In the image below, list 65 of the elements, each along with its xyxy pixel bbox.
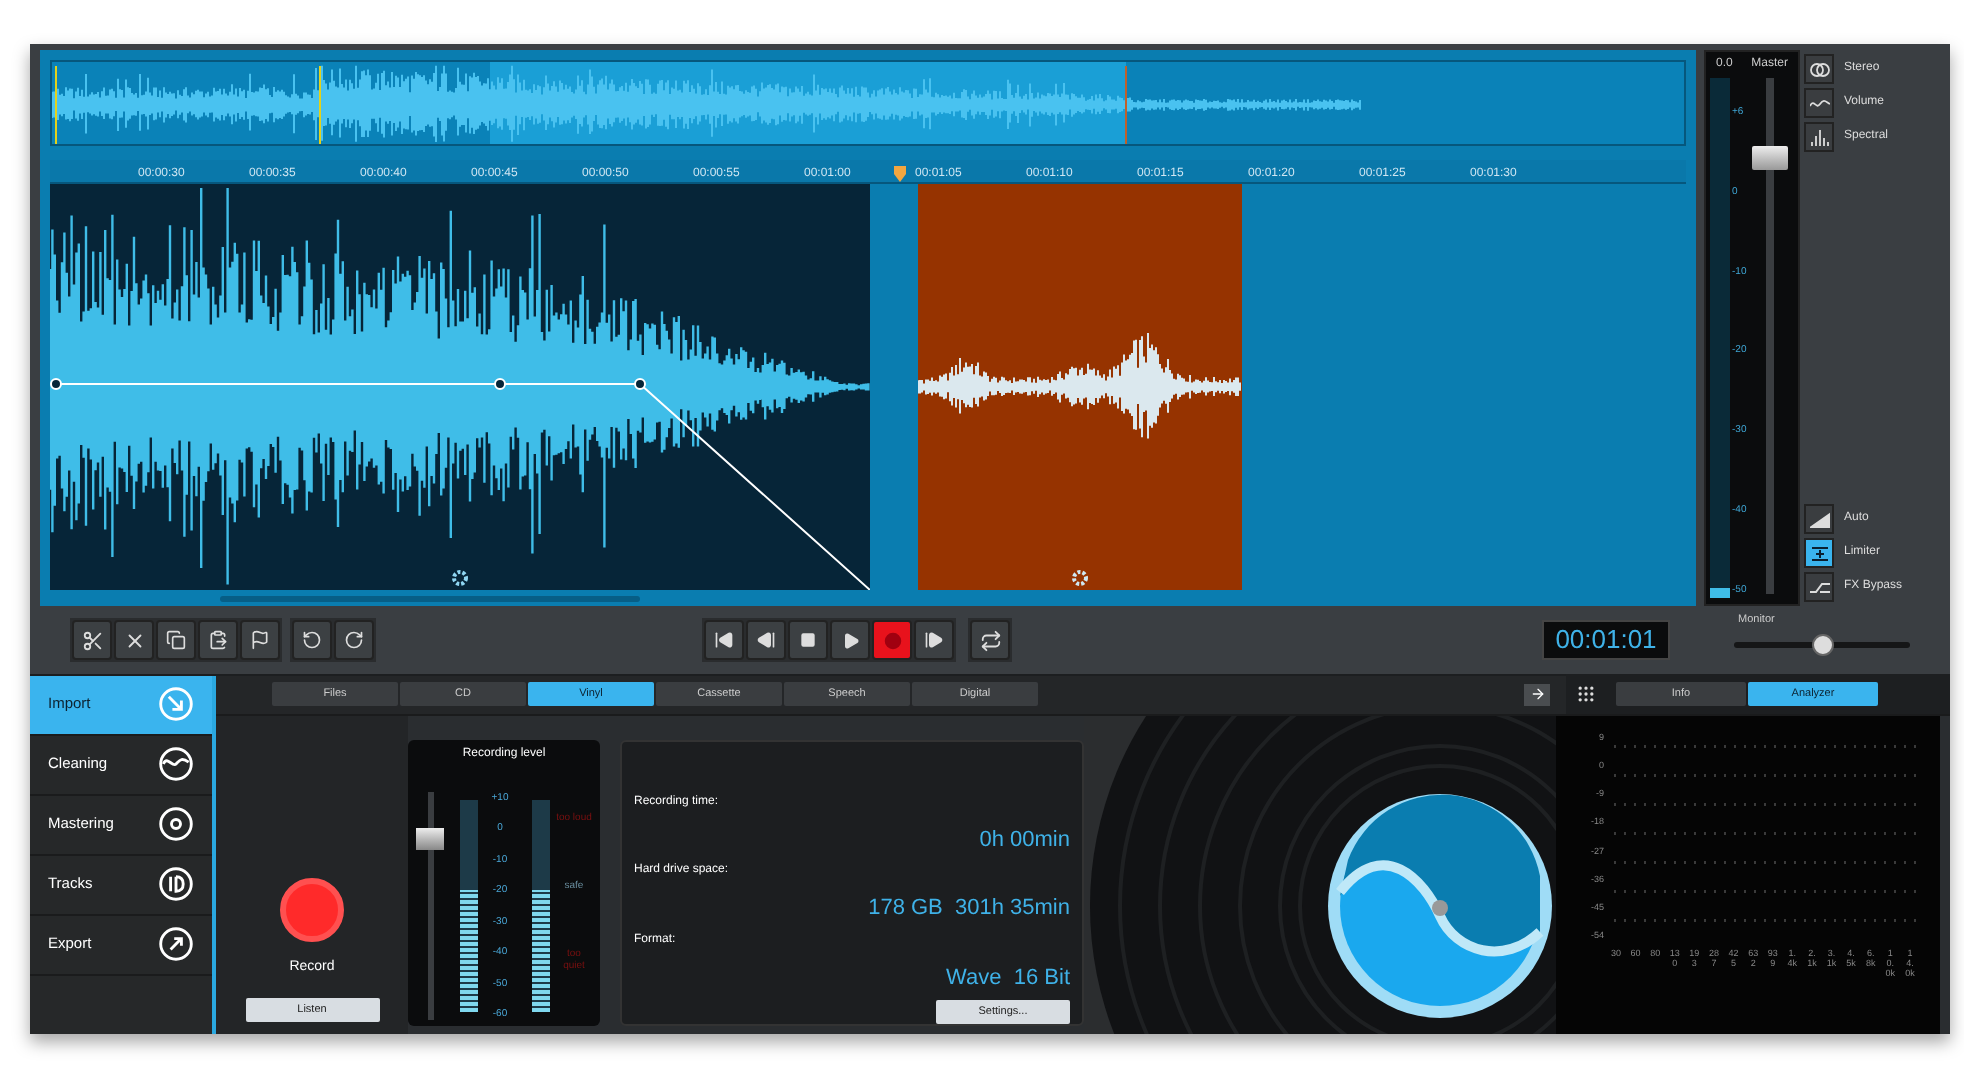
- copy-icon: [166, 630, 186, 651]
- master-fader-track[interactable]: [1752, 78, 1788, 594]
- previous-button[interactable]: [746, 620, 786, 661]
- grid-icon[interactable]: [1576, 684, 1596, 704]
- info-value: 0h 00min: [979, 825, 1070, 855]
- paste-button[interactable]: [198, 620, 238, 661]
- stop-icon: [800, 632, 816, 649]
- skip-back-button[interactable]: [704, 620, 744, 661]
- arrow-up-right-icon: [158, 926, 194, 962]
- gear-icon[interactable]: [1072, 570, 1088, 586]
- view-mode-button[interactable]: [1804, 122, 1834, 152]
- playhead-marker: [894, 166, 906, 182]
- wave-icon: [1809, 95, 1829, 111]
- volume-envelope-line[interactable]: [50, 378, 870, 590]
- step-forward-icon: [924, 630, 944, 651]
- fader-knob[interactable]: [1752, 146, 1788, 171]
- time-display: 00:01:01: [1542, 620, 1670, 661]
- fx-button[interactable]: [1804, 572, 1834, 602]
- copy-button[interactable]: [156, 620, 196, 661]
- gear-icon[interactable]: [452, 570, 468, 586]
- id-icon: [158, 866, 194, 902]
- scissors-icon: [81, 629, 103, 652]
- undo-button[interactable]: [292, 620, 332, 661]
- scissors-button[interactable]: [72, 620, 112, 661]
- record-icon: [883, 631, 901, 650]
- arrow-button[interactable]: [1524, 683, 1550, 705]
- circles-icon: [1809, 61, 1829, 77]
- view-mode-button[interactable]: [1804, 88, 1834, 118]
- loop-button[interactable]: [970, 620, 1010, 661]
- next-button[interactable]: [914, 620, 954, 661]
- ramp-icon: [1809, 511, 1829, 527]
- flag-icon: [250, 630, 270, 651]
- overview-waveform[interactable]: [50, 60, 1686, 146]
- stop-button[interactable]: [788, 620, 828, 661]
- marker-button[interactable]: [240, 620, 280, 661]
- record-button[interactable]: [872, 620, 912, 661]
- arrow-down-right-icon: [158, 686, 194, 722]
- wave-icon: [158, 746, 194, 782]
- disc-icon: [158, 806, 194, 842]
- info-value: 178 GB 301h 35min: [868, 894, 1070, 924]
- skip-back-icon: [714, 630, 734, 651]
- undo-icon: [302, 630, 322, 651]
- loop-icon: [979, 629, 1001, 652]
- redo-button[interactable]: [334, 620, 374, 661]
- fader-knob[interactable]: [416, 828, 444, 851]
- fx-button[interactable]: [1804, 538, 1834, 568]
- slider-thumb[interactable]: [1812, 633, 1834, 656]
- recording-fader-track[interactable]: [416, 791, 444, 1019]
- arrow-right-icon: [1529, 686, 1545, 702]
- bypass-icon: [1809, 579, 1829, 595]
- spectrum-icon: [1809, 129, 1829, 145]
- limiter-icon: [1809, 545, 1829, 561]
- info-value: Wave 16 Bit: [946, 963, 1070, 993]
- play-button[interactable]: [830, 620, 870, 661]
- fx-button[interactable]: [1804, 504, 1834, 534]
- play-icon: [841, 631, 859, 650]
- paste-icon: [208, 630, 228, 651]
- view-mode-button[interactable]: [1804, 54, 1834, 84]
- record-button[interactable]: [280, 877, 344, 941]
- redo-icon: [344, 630, 364, 651]
- delete-button[interactable]: [114, 620, 154, 661]
- close-icon: [123, 629, 145, 652]
- audio-clip-waveform[interactable]: [50, 184, 870, 590]
- audio-clip-waveform[interactable]: [918, 184, 1242, 590]
- step-back-icon: [756, 630, 776, 651]
